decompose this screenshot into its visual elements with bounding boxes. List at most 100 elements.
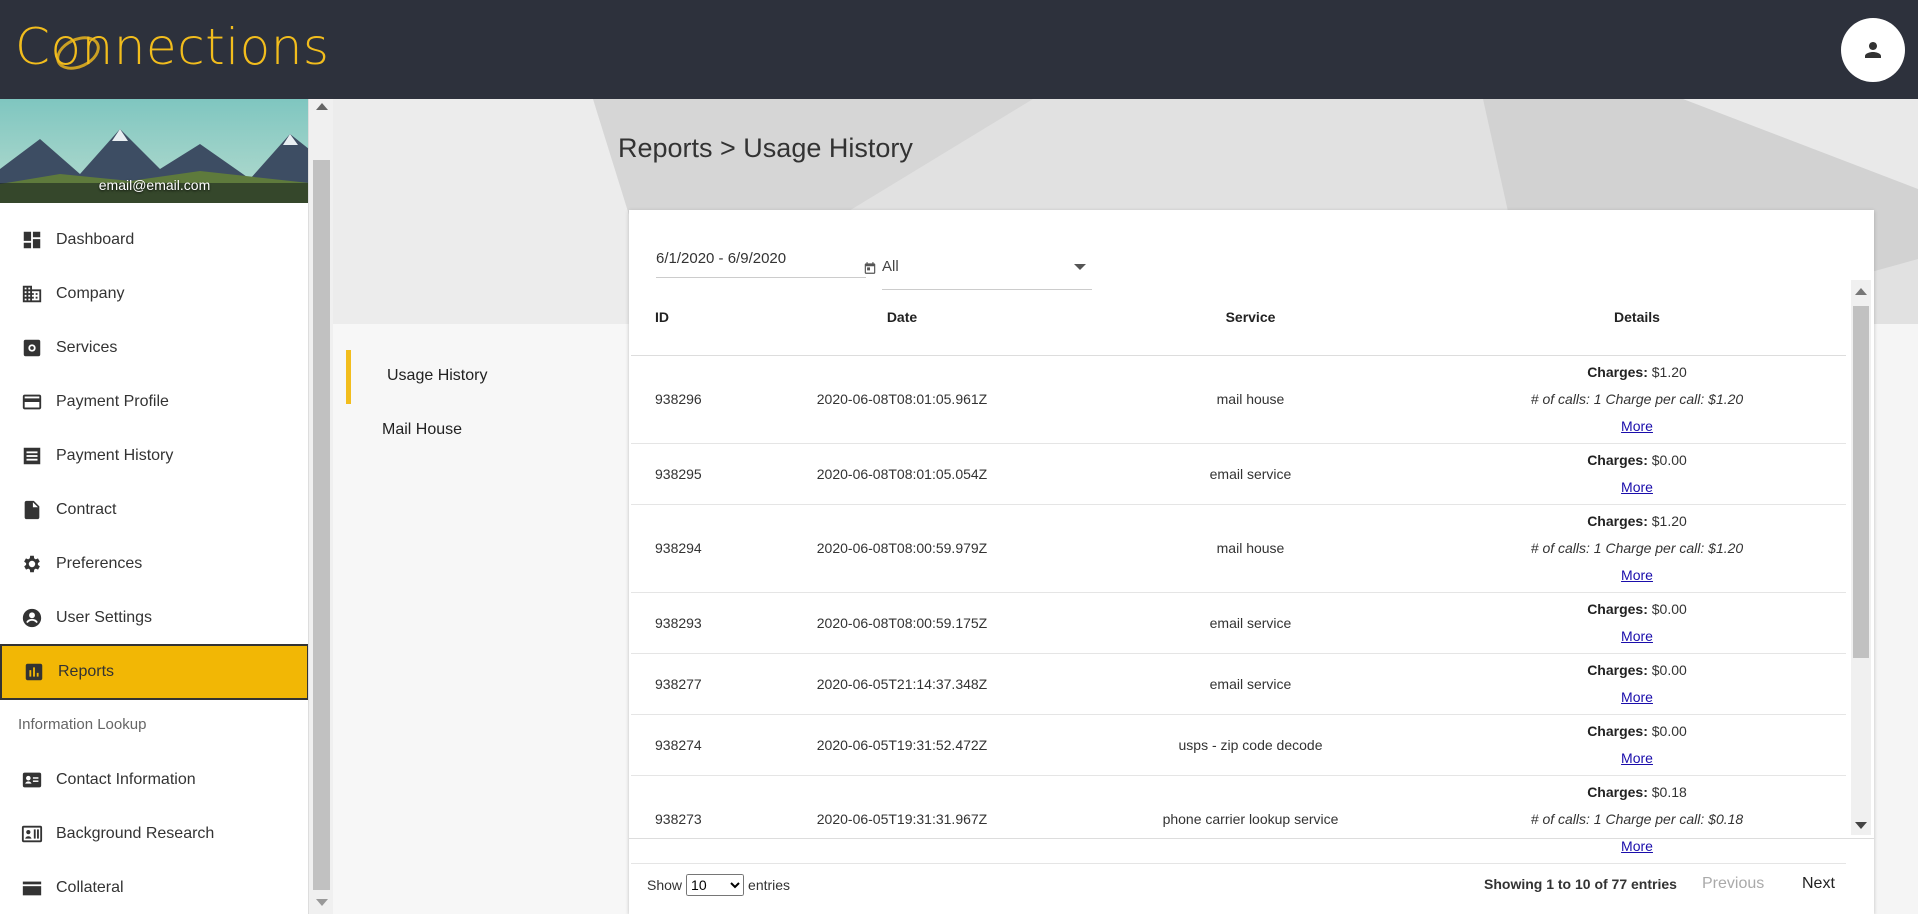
charges-value: $1.20 [1651, 363, 1687, 380]
cell-details: Charges: $0.00 More [1428, 592, 1846, 654]
collateral-icon [20, 876, 44, 900]
cell-date: 2020-06-08T08:00:59.979Z [731, 504, 1073, 593]
scroll-up-icon[interactable] [1855, 288, 1867, 295]
bar-chart-icon [22, 660, 46, 684]
sidebar-item-label: Background Research [56, 825, 215, 842]
sidebar: email@email.com Dashboard Company Servic… [0, 99, 309, 914]
previous-page-button[interactable]: Previous [1702, 875, 1764, 893]
more-link[interactable]: More [1621, 628, 1653, 644]
call-details: # of calls: 1 Charge per call: $0.18 [1530, 810, 1744, 827]
cell-id: 938295 [631, 443, 731, 505]
sidebar-item-contact-information[interactable]: Contact Information [0, 756, 308, 804]
scroll-down-icon[interactable] [1855, 822, 1867, 829]
call-details: # of calls: 1 Charge per call: $1.20 [1530, 390, 1744, 407]
scroll-down-icon[interactable] [316, 899, 328, 906]
cell-date: 2020-06-05T19:31:52.472Z [731, 714, 1073, 776]
sidebar-item-services[interactable]: Services [0, 324, 308, 372]
gear-icon [20, 552, 44, 576]
person-icon [1865, 42, 1881, 58]
column-header-date[interactable]: Date [731, 280, 1073, 356]
profile-banner: email@email.com [0, 99, 308, 203]
cell-id: 938277 [631, 653, 731, 715]
sidebar-item-payment-history[interactable]: Payment History [0, 432, 308, 480]
date-range-input[interactable]: 6/1/2020 - 6/9/2020 [656, 250, 866, 278]
sidebar-item-collateral[interactable]: Collateral [0, 864, 308, 912]
research-icon [20, 822, 44, 846]
charges-line: Charges: $0.00 [1587, 600, 1687, 617]
cell-service: email service [1073, 592, 1428, 654]
charges-value: $0.00 [1651, 661, 1687, 678]
cell-id: 938293 [631, 592, 731, 654]
reports-subnav [333, 324, 628, 914]
column-header-details[interactable]: Details [1428, 280, 1846, 356]
sidebar-item-preferences[interactable]: Preferences [0, 540, 308, 588]
account-button[interactable] [1841, 18, 1905, 82]
more-link[interactable]: More [1621, 750, 1653, 766]
receipt-icon [20, 444, 44, 468]
table-row: 938296 2020-06-08T08:01:05.961Z mail hou… [631, 355, 1846, 444]
top-app-bar: Connections [0, 0, 1918, 99]
charges-value: $0.18 [1651, 783, 1687, 800]
usage-history-table: ID Date Service Details 938296 2020-06-0… [631, 280, 1846, 864]
scroll-up-icon[interactable] [316, 103, 328, 110]
page-title: Reports > Usage History [618, 133, 913, 163]
sidebar-item-label: Dashboard [56, 231, 135, 248]
page-size-select[interactable]: 10 [686, 874, 745, 896]
sidebar-item-contract[interactable]: Contract [0, 486, 308, 534]
usage-history-card: 6/1/2020 - 6/9/2020 All ID Date Service … [629, 210, 1874, 914]
column-header-service[interactable]: Service [1073, 280, 1428, 356]
cell-id: 938296 [631, 355, 731, 444]
building-icon [20, 282, 44, 306]
dashboard-icon [20, 228, 44, 252]
sidebar-item-reports[interactable]: Reports [0, 644, 308, 700]
sidebar-item-label: User Settings [56, 609, 153, 626]
sidebar-item-user-settings[interactable]: User Settings [0, 594, 308, 642]
table-header-row: ID Date Service Details [631, 280, 1846, 356]
cell-id: 938274 [631, 714, 731, 776]
cell-id: 938294 [631, 504, 731, 593]
sidebar-item-company[interactable]: Company [0, 270, 308, 318]
more-link[interactable]: More [1621, 689, 1653, 705]
sidebar-item-label: Company [56, 285, 125, 302]
sidebar-item-label: Reports [58, 663, 115, 680]
cell-service: email service [1073, 653, 1428, 715]
sidebar-item-background-research[interactable]: Background Research [0, 810, 308, 858]
pagination-summary: Showing 1 to 10 of 77 entries [1484, 876, 1677, 892]
connections-logo[interactable]: Connections [15, 18, 329, 77]
charges-line: Charges: $0.00 [1587, 451, 1687, 468]
column-header-id[interactable]: ID [631, 280, 731, 356]
chevron-down-icon [1074, 264, 1086, 270]
charges-line: Charges: $0.00 [1587, 722, 1687, 739]
account-circle-icon [20, 606, 44, 630]
table-scrollbar-thumb[interactable] [1853, 306, 1869, 658]
page-size-control: Show 10 entries [647, 874, 790, 896]
cell-details: Charges: $0.00 More [1428, 714, 1846, 776]
more-link[interactable]: More [1621, 567, 1653, 583]
cell-details: Charges: $0.00 More [1428, 443, 1846, 505]
sidebar-item-label: Contract [56, 501, 117, 518]
table-row: 938293 2020-06-08T08:00:59.175Z email se… [631, 592, 1846, 654]
sidebar-item-label: Services [56, 339, 118, 356]
contact-card-icon [20, 768, 44, 792]
profile-email: email@email.com [98, 177, 211, 193]
next-page-button[interactable]: Next [1802, 875, 1835, 893]
table-footer: Show 10 entries Showing 1 to 10 of 77 en… [629, 838, 1874, 914]
credit-card-icon [20, 390, 44, 414]
sidebar-item-label: Collateral [56, 879, 124, 896]
charges-line: Charges: $1.20 [1587, 512, 1687, 529]
cell-date: 2020-06-08T08:00:59.175Z [731, 592, 1073, 654]
sidebar-item-dashboard[interactable]: Dashboard [0, 216, 308, 264]
service-filter-value: All [882, 258, 899, 275]
calendar-icon[interactable] [863, 261, 877, 275]
subnav-item-mail-house[interactable]: Mail House [382, 421, 462, 439]
subnav-item-usage-history[interactable]: Usage History [387, 367, 487, 385]
table-row: 938274 2020-06-05T19:31:52.472Z usps - z… [631, 714, 1846, 776]
more-link[interactable]: More [1621, 418, 1653, 434]
sidebar-item-payment-profile[interactable]: Payment Profile [0, 378, 308, 426]
more-link[interactable]: More [1621, 479, 1653, 495]
sidebar-scrollbar-thumb[interactable] [313, 160, 330, 890]
cell-date: 2020-06-08T08:01:05.054Z [731, 443, 1073, 505]
services-icon [20, 336, 44, 360]
entries-label: entries [748, 877, 791, 893]
charges-value: $0.00 [1651, 451, 1687, 468]
